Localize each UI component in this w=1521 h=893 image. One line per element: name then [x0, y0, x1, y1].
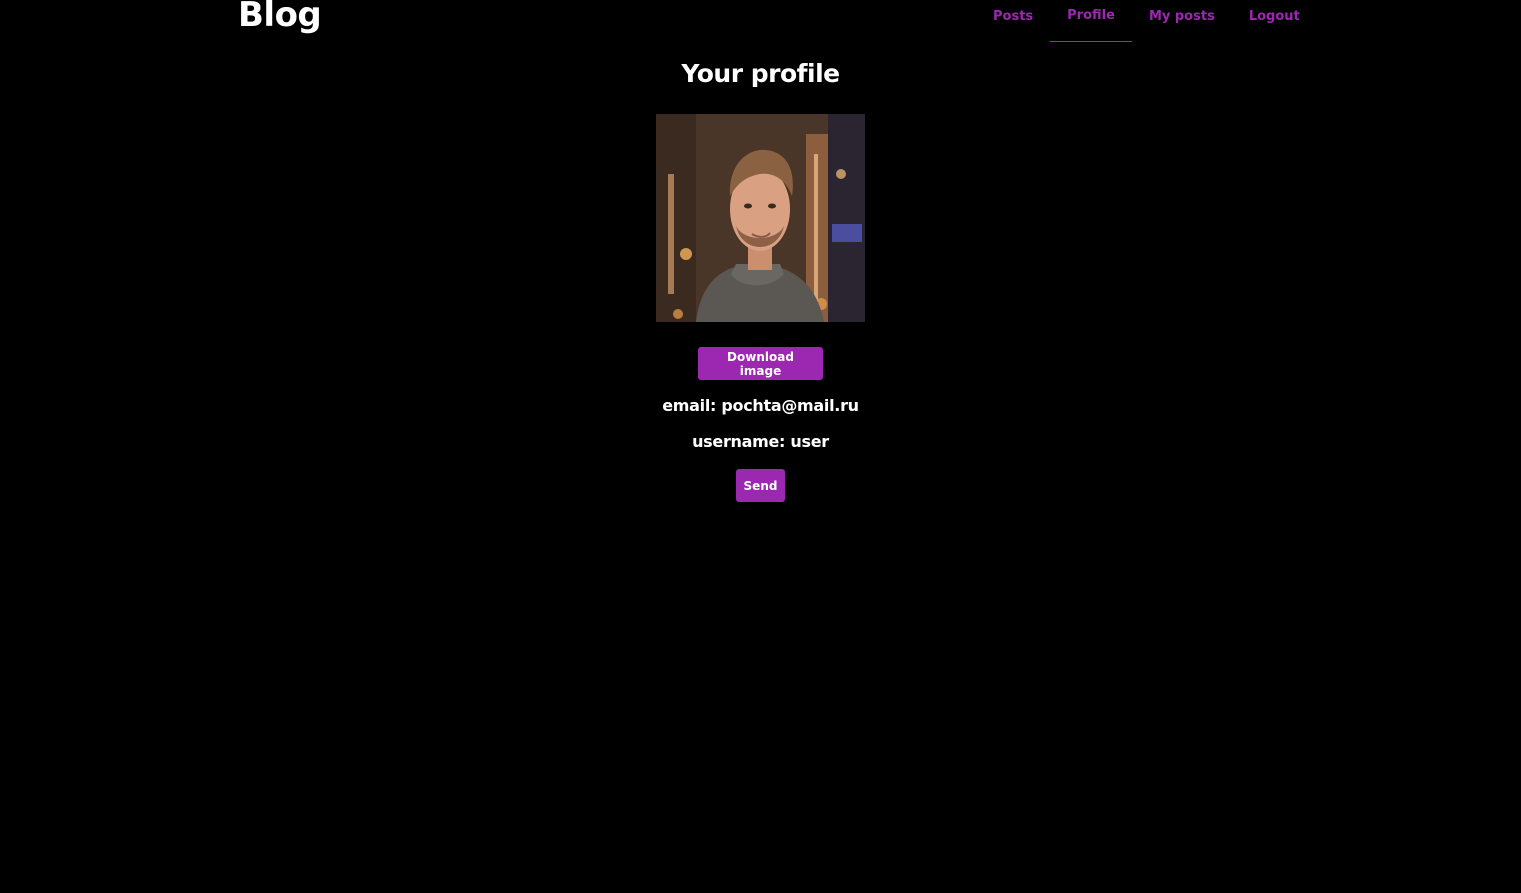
profile-image [656, 114, 865, 322]
send-button[interactable]: Send [736, 469, 785, 502]
profile-section: Your profile Download image email: pocht… [0, 0, 1521, 502]
page-title: Your profile [681, 59, 840, 88]
page: Blog Posts Profile My posts Logout Your … [0, 0, 1521, 893]
profile-photo-icon [656, 114, 865, 322]
username-text: username: user [692, 432, 829, 451]
email-text: email: pochta@mail.ru [662, 396, 859, 415]
download-image-button[interactable]: Download image [698, 347, 823, 380]
